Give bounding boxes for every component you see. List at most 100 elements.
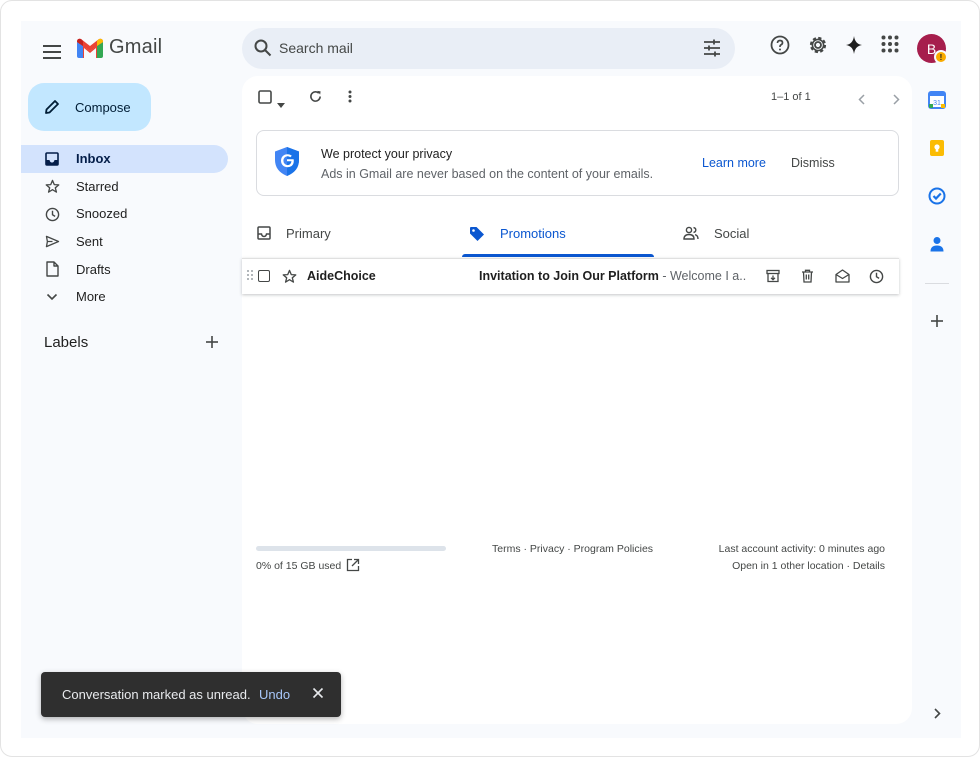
compose-button[interactable]: Compose [28, 83, 151, 131]
drag-handle-icon[interactable] [247, 270, 253, 280]
sidebar-item-drafts[interactable]: Drafts [21, 255, 228, 283]
privacy-subtitle: Ads in Gmail are never based on the cont… [321, 167, 654, 181]
search-icon[interactable] [254, 39, 272, 57]
refresh-button[interactable] [309, 90, 322, 108]
trash-icon[interactable] [801, 269, 814, 283]
sidebar-item-label: Snoozed [76, 206, 128, 222]
tab-label: Promotions [500, 226, 566, 241]
learn-more-link[interactable]: Learn more [702, 156, 766, 170]
email-subject: Invitation to Join Our Platform [479, 269, 659, 283]
pagination-count: 1–1 of 1 [771, 91, 811, 103]
more-actions-button[interactable] [348, 90, 352, 108]
caret-down-icon [277, 103, 285, 108]
warning-badge-glyph: ! [939, 52, 943, 62]
show-side-panel-button[interactable] [925, 701, 949, 725]
app-name: Gmail [109, 36, 163, 58]
compose-label: Compose [75, 99, 131, 115]
tab-promotions[interactable]: Promotions [448, 212, 654, 257]
category-tabs: Primary Promotions Social [242, 212, 912, 257]
tasks-app-icon[interactable] [925, 184, 949, 208]
gemini-sparkle-icon[interactable] [845, 35, 863, 55]
older-page-button[interactable] [893, 92, 900, 110]
sidebar-item-label: Drafts [76, 261, 111, 277]
sidebar-item-label: Starred [76, 178, 119, 194]
star-icon[interactable] [282, 269, 297, 284]
tab-primary[interactable]: Primary [242, 212, 448, 257]
tab-label: Social [714, 226, 750, 241]
plus-icon [931, 315, 943, 327]
sidebar-item-label: Inbox [76, 151, 111, 167]
privacy-title: We protect your privacy [321, 147, 453, 161]
refresh-icon [310, 90, 321, 102]
newer-page-button[interactable] [858, 92, 865, 110]
account-warning-badge: ! [934, 50, 948, 64]
sidebar-item-snoozed[interactable]: Snoozed [21, 200, 228, 228]
email-snippet: - Welcome I a... [658, 269, 746, 283]
chevron-left-icon [858, 94, 865, 105]
add-label-icon[interactable] [205, 335, 219, 349]
select-all-checkbox[interactable] [258, 90, 272, 109]
clock-icon [44, 206, 60, 222]
archive-icon[interactable] [766, 269, 780, 283]
undo-button[interactable]: Undo [259, 687, 290, 702]
sidebar-item-label: More [76, 289, 106, 305]
tab-label: Primary [286, 226, 331, 241]
inbox-icon [44, 151, 60, 167]
inbox-icon [257, 226, 271, 240]
search-input[interactable]: Search mail [279, 40, 353, 56]
sidebar-item-starred[interactable]: Starred [21, 173, 228, 201]
calendar-app-icon[interactable]: 31 [925, 88, 949, 112]
chevron-down-icon [44, 289, 60, 305]
snooze-clock-icon[interactable] [869, 269, 884, 284]
draft-icon [44, 261, 60, 278]
chevron-right-icon [893, 94, 900, 105]
chevron-right-icon [933, 707, 941, 719]
last-activity: Last account activity: 0 minutes ago [718, 543, 885, 555]
privacy-banner: We protect your privacy Ads in Gmail are… [256, 130, 899, 196]
get-add-ons-button[interactable] [925, 309, 949, 333]
email-subject-line: Invitation to Join Our Platform - Welcom… [479, 269, 746, 283]
contacts-app-icon[interactable] [925, 232, 949, 256]
external-link-icon[interactable] [346, 558, 360, 572]
search-bar[interactable]: Search mail [242, 28, 735, 69]
pencil-icon [45, 100, 59, 114]
storage-meter [256, 546, 446, 551]
gmail-app: Gmail Search mail B ! Compose Inbox Star… [21, 21, 961, 738]
sidebar-item-sent[interactable]: Sent [21, 228, 228, 256]
select-dropdown[interactable] [277, 95, 285, 113]
snackbar-notification: Conversation marked as unread. Undo [41, 672, 341, 717]
help-icon[interactable] [770, 35, 790, 55]
email-row[interactable]: AideChoice Invitation to Join Our Platfo… [242, 258, 899, 294]
labels-heading: Labels [44, 334, 89, 351]
dismiss-button[interactable]: Dismiss [791, 156, 835, 170]
search-options-icon[interactable] [703, 39, 721, 57]
gmail-logo[interactable]: Gmail [77, 36, 162, 59]
tab-social[interactable]: Social [668, 212, 874, 257]
gmail-m-icon [77, 38, 103, 58]
sidebar-item-label: Sent [76, 234, 103, 250]
settings-gear-icon[interactable] [808, 35, 828, 55]
send-icon [44, 234, 60, 250]
rail-divider [925, 283, 949, 284]
storage-usage: 0% of 15 GB used [256, 560, 342, 572]
other-location-details[interactable]: Open in 1 other location · Details [732, 560, 885, 572]
email-select-checkbox[interactable] [258, 270, 270, 282]
more-vert-icon [348, 90, 352, 103]
email-sender: AideChoice [307, 269, 376, 283]
mark-as-read-icon[interactable] [835, 269, 850, 283]
star-icon [44, 179, 60, 195]
google-shield-icon [275, 147, 299, 176]
close-icon[interactable] [312, 687, 324, 699]
active-tab-indicator [462, 254, 654, 257]
sidebar-item-more[interactable]: More [21, 283, 228, 311]
keep-app-icon[interactable] [925, 136, 949, 160]
mail-list-panel: 1–1 of 1 We protect your privacy Ads in … [242, 76, 912, 724]
browser-frame: Gmail Search mail B ! Compose Inbox Star… [0, 0, 980, 757]
main-menu-button[interactable] [35, 35, 69, 69]
apps-grid-icon[interactable] [881, 35, 899, 53]
hamburger-icon [43, 45, 61, 59]
sidebar-item-inbox[interactable]: Inbox [21, 145, 228, 173]
people-icon [683, 226, 699, 240]
checkbox-icon [258, 90, 272, 104]
legal-links[interactable]: Terms · Privacy · Program Policies [492, 543, 653, 555]
